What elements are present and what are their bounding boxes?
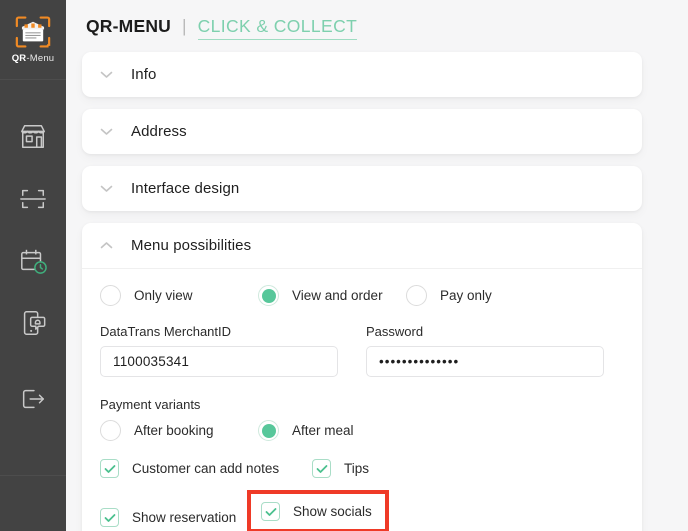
logout-icon [18, 385, 48, 418]
storefront-icon [18, 123, 48, 151]
chevron-up-icon [100, 241, 113, 250]
menu-mode-radio-group: Only view View and order Pay only [100, 285, 624, 306]
payment-variants-radio-group: After booking After meal [100, 420, 624, 441]
chevron-down-icon [100, 127, 113, 136]
radio-after-booking-label: After booking [134, 423, 214, 438]
mobile-notification-icon [18, 309, 48, 337]
sidebar-item-reservations[interactable] [0, 230, 66, 292]
page-title-subtitle[interactable]: CLICK & COLLECT [197, 16, 358, 40]
brand-name: QR-Menu [12, 53, 55, 64]
password-field-group: Password [366, 324, 604, 377]
sidebar-item-qr-scan[interactable] [0, 168, 66, 230]
accordion-info-title: Info [131, 66, 157, 83]
merchant-id-label: DataTrans MerchantID [100, 324, 232, 339]
sidebar-item-storefront[interactable] [0, 106, 66, 168]
radio-after-booking[interactable]: After booking [100, 420, 258, 441]
brand-name-rest: -Menu [26, 53, 55, 64]
radio-pay-only[interactable]: Pay only [406, 285, 492, 306]
merchant-id-field-group: DataTrans MerchantID [100, 324, 338, 377]
checkbox-show-socials[interactable]: Show socials [261, 502, 372, 521]
app-root: QR-Menu QR-MENU | CLICK & COLLECT Info A… [0, 0, 688, 531]
checkbox-customer-can-add-notes[interactable]: Customer can add notes [100, 459, 312, 478]
radio-pay-only-control[interactable] [406, 285, 427, 306]
radio-after-meal-label: After meal [292, 423, 354, 438]
main-content: QR-MENU | CLICK & COLLECT Info Address I… [66, 0, 688, 531]
radio-view-and-order-label: View and order [292, 288, 383, 303]
toggles-row-1: Customer can add notes Tips [100, 459, 624, 478]
radio-only-view[interactable]: Only view [100, 285, 258, 306]
accordion-interface-design-title: Interface design [131, 180, 240, 197]
checkbox-show-reservation-label: Show reservation [132, 510, 237, 525]
accordion-address: Address [82, 109, 642, 154]
checkbox-show-reservation[interactable]: Show reservation [100, 490, 247, 531]
checkbox-tips-label: Tips [344, 461, 370, 476]
radio-only-view-label: Only view [134, 288, 193, 303]
qr-scan-icon [18, 185, 48, 213]
radio-pay-only-label: Pay only [440, 288, 492, 303]
check-icon[interactable] [100, 459, 119, 478]
accordion-address-header[interactable]: Address [82, 109, 642, 154]
password-input[interactable] [366, 346, 604, 377]
page-title: QR-MENU | CLICK & COLLECT [82, 0, 642, 52]
chevron-down-icon [100, 184, 113, 193]
toggles-row-2: Show reservation Show socials [100, 490, 624, 531]
radio-after-meal-control[interactable] [258, 420, 279, 441]
checkbox-show-socials-label: Show socials [293, 504, 372, 519]
accordion-menu-possibilities-header[interactable]: Menu possibilities [82, 223, 642, 268]
radio-only-view-control[interactable] [100, 285, 121, 306]
radio-view-and-order-control[interactable] [258, 285, 279, 306]
check-icon[interactable] [312, 459, 331, 478]
credentials-row: DataTrans MerchantID Password [100, 324, 624, 377]
sidebar-item-mobile[interactable] [0, 292, 66, 354]
check-icon[interactable] [261, 502, 280, 521]
payment-variants-label: Payment variants [100, 397, 201, 412]
radio-view-and-order[interactable]: View and order [258, 285, 406, 306]
accordion-menu-possibilities: Menu possibilities Only view View and or… [82, 223, 642, 531]
brand-block[interactable]: QR-Menu [0, 0, 66, 80]
accordion-interface-design-header[interactable]: Interface design [82, 166, 642, 211]
accordion-info: Info [82, 52, 642, 97]
page-title-separator: | [182, 16, 187, 36]
menu-possibilities-body: Only view View and order Pay only DataTr… [82, 268, 642, 531]
check-icon[interactable] [100, 508, 119, 527]
password-label: Password [366, 324, 424, 339]
radio-after-meal[interactable]: After meal [258, 420, 354, 441]
merchant-id-input[interactable] [100, 346, 338, 377]
accordion-menu-possibilities-title: Menu possibilities [131, 237, 252, 254]
sidebar-nav [0, 80, 66, 354]
page-title-main: QR-MENU [86, 16, 172, 36]
brand-name-bold: QR [11, 53, 27, 64]
checkbox-customer-can-add-notes-label: Customer can add notes [132, 461, 280, 476]
accordion-info-header[interactable]: Info [82, 52, 642, 97]
chevron-down-icon [100, 70, 113, 79]
radio-after-booking-control[interactable] [100, 420, 121, 441]
sidebar: QR-Menu [0, 0, 66, 531]
accordion-interface-design: Interface design [82, 166, 642, 211]
checkbox-tips[interactable]: Tips [312, 459, 369, 478]
sidebar-divider [0, 475, 66, 476]
sidebar-item-logout[interactable] [0, 385, 66, 418]
highlight-box-show-socials: Show socials [247, 490, 389, 531]
accordion-address-title: Address [131, 123, 187, 140]
calendar-clock-icon [18, 247, 48, 275]
qr-menu-logo-icon [14, 15, 52, 49]
